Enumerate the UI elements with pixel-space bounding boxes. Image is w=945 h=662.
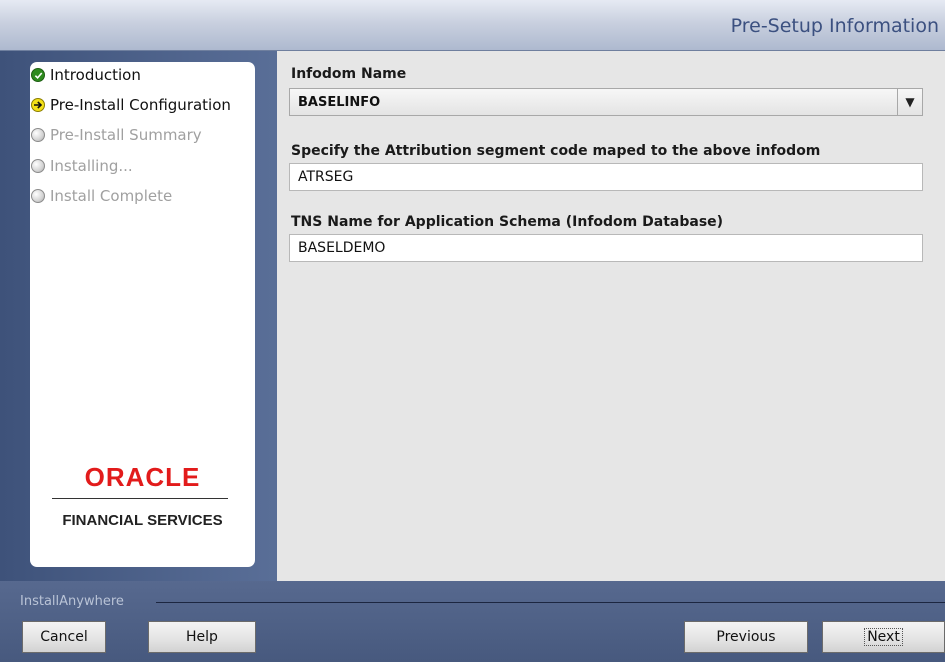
- header-bar: Pre-Setup Information: [0, 0, 945, 51]
- next-button-label: Next: [864, 628, 903, 646]
- segment-code-label: Specify the Attribution segment code map…: [291, 143, 821, 159]
- pending-circle-icon: [31, 189, 45, 203]
- step-label: Installing...: [50, 157, 133, 175]
- infodom-name-select[interactable]: BASELINFO ▼: [289, 88, 923, 116]
- step-label: Introduction: [50, 66, 141, 84]
- tns-name-field[interactable]: BASELDEMO: [289, 234, 923, 262]
- step-pre-install-configuration: Pre-Install Configuration: [31, 95, 231, 115]
- steps-panel: Introduction Pre-Install Configuration P…: [30, 62, 255, 567]
- pending-circle-icon: [31, 159, 45, 173]
- check-icon: [31, 68, 45, 82]
- select-value: BASELINFO: [298, 95, 381, 110]
- installanywhere-label: InstallAnywhere: [20, 594, 124, 609]
- arrow-right-icon: [31, 98, 45, 112]
- help-button-label: Help: [186, 629, 218, 645]
- step-installing: Installing...: [31, 156, 133, 176]
- logo-divider: [52, 498, 228, 499]
- logo-subtitle: FINANCIAL SERVICES: [62, 512, 223, 529]
- step-introduction: Introduction: [31, 65, 141, 85]
- form-panel: Infodom Name BASELINFO ▼ Specify the Att…: [277, 51, 945, 581]
- next-button[interactable]: Next: [822, 621, 945, 653]
- step-install-complete: Install Complete: [31, 186, 172, 206]
- previous-button-label: Previous: [716, 629, 776, 645]
- footer-bar: InstallAnywhere Cancel Help Previous Nex…: [0, 581, 945, 662]
- page-title: Pre-Setup Information: [730, 15, 939, 37]
- footer-divider: [156, 602, 945, 603]
- step-label: Install Complete: [50, 187, 173, 205]
- pending-circle-icon: [31, 128, 45, 142]
- step-pre-install-summary: Pre-Install Summary: [31, 125, 202, 145]
- step-label: Pre-Install Configuration: [50, 96, 231, 114]
- step-label: Pre-Install Summary: [50, 126, 202, 144]
- tns-name-label: TNS Name for Application Schema (Infodom…: [291, 214, 724, 230]
- oracle-logo: ORACLE: [84, 462, 201, 492]
- segment-code-field[interactable]: ATRSEG: [289, 163, 923, 191]
- infodom-name-label: Infodom Name: [291, 66, 407, 82]
- previous-button[interactable]: Previous: [684, 621, 808, 653]
- cancel-button-label: Cancel: [40, 629, 88, 645]
- help-button[interactable]: Help: [148, 621, 256, 653]
- chevron-down-icon[interactable]: ▼: [897, 89, 922, 115]
- cancel-button[interactable]: Cancel: [22, 621, 106, 653]
